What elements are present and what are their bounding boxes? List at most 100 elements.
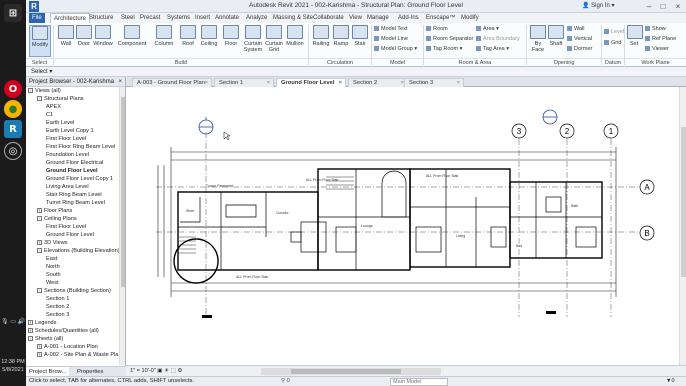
browser-tree-item[interactable]: Ground Floor Electrical (46, 159, 103, 167)
browser-tree-item[interactable]: Earth Level (46, 119, 74, 127)
tag-room-button[interactable]: Tag Room ▾ (426, 46, 462, 52)
horizontal-scrollbar[interactable] (261, 368, 441, 375)
browser-tree-item[interactable]: Ground Floor Level (46, 167, 98, 175)
browser-tree-item[interactable]: + A-001 - Location Plan (37, 343, 98, 351)
browser-tree-item[interactable]: + Schedules/Quantities (all) (28, 327, 99, 335)
browser-tree-item[interactable]: Foundation Level (46, 151, 89, 159)
wall-opening-button[interactable]: Wall (567, 26, 585, 32)
mullion-button[interactable]: Mullion (284, 25, 306, 47)
tab-architecture[interactable]: Architecture (50, 13, 91, 23)
close-icon[interactable]: × (118, 77, 122, 87)
component-button[interactable]: Component (116, 25, 148, 47)
vertical-opening-button[interactable]: Vertical (567, 36, 592, 42)
dormer-button[interactable]: Dormer (567, 46, 592, 52)
model-line-button[interactable]: Model Line (374, 36, 408, 42)
browser-tree-item[interactable]: East (46, 255, 57, 263)
browser-tree-item[interactable]: Stair Ring Beam Level (46, 191, 102, 199)
tab-section-2[interactable]: Section 2 × (348, 78, 408, 87)
grid-button[interactable]: Grid (604, 40, 621, 46)
browser-tree-item[interactable]: First Floor Level (46, 135, 86, 143)
browser-tree-item[interactable]: Ground Floor Level Copy 1 (46, 175, 113, 183)
browser-tree-item[interactable]: - Views (all) (28, 87, 61, 95)
window-button[interactable]: Window (92, 25, 114, 47)
tab-add-ins[interactable]: Add-Ins (395, 13, 422, 23)
wall-button[interactable]: Wall (56, 25, 76, 47)
browser-tree-item[interactable]: C1 (46, 111, 53, 119)
room-button[interactable]: Room (426, 26, 448, 32)
canvas-scrollbar[interactable] (679, 87, 686, 365)
stair-button[interactable]: Stair (351, 25, 369, 47)
ceiling-button[interactable]: Ceiling (198, 25, 220, 47)
ramp-button[interactable]: Ramp (332, 25, 350, 47)
expand-icon[interactable]: + (37, 240, 42, 246)
column-button[interactable]: Column (152, 25, 176, 47)
shaft-button[interactable]: Shaft (547, 25, 565, 47)
set-button[interactable]: Set (627, 25, 643, 47)
curtain-grid-button[interactable]: Curtain Grid (264, 25, 284, 53)
view-scale[interactable]: 1" = 10'-0" ▣ ☀ ⬚ ⚙ (130, 368, 183, 374)
app-icon[interactable]: ◎ (4, 142, 22, 160)
tab-collaborate[interactable]: Collaborate (310, 13, 347, 23)
grid-bubble-3[interactable]: 3 (511, 123, 527, 139)
expand-icon[interactable]: + (28, 320, 33, 326)
collapse-icon[interactable]: - (28, 88, 33, 94)
room-separator-button[interactable]: Room Separator (426, 36, 473, 42)
tab-ground-floor-level[interactable]: Ground Floor Level × (276, 78, 346, 87)
close-button[interactable]: × (671, 1, 685, 12)
browser-tree-item[interactable]: Earth Level Copy 1 (46, 127, 94, 135)
floor-button[interactable]: Floor (221, 25, 241, 47)
sign-in-link[interactable]: 👤 Sign In ▾ (582, 2, 615, 9)
browser-tree-item[interactable]: Section 1 (46, 295, 69, 303)
browser-scrollbar[interactable] (119, 87, 125, 365)
expand-icon[interactable]: + (28, 328, 33, 334)
clock[interactable]: 12:38 PM 5/8/2021 (0, 358, 26, 374)
expand-icon[interactable]: + (37, 352, 42, 358)
tab-manage[interactable]: Manage (364, 13, 392, 23)
browser-tree-item[interactable]: - Elevations (Building Elevation) (37, 247, 119, 255)
browser-tree-item[interactable]: First Floor Ring Beam Level (46, 143, 115, 151)
modify-button[interactable]: Modify (29, 25, 51, 57)
tab-analyze[interactable]: Analyze (243, 13, 270, 23)
model-group-button[interactable]: Model Group ▾ (374, 46, 417, 52)
grid-bubble-b[interactable]: B (639, 225, 655, 241)
minimize-button[interactable]: – (642, 1, 656, 12)
browser-tree-item[interactable]: - Sections (Building Section) (37, 287, 111, 295)
railing-button[interactable]: Railing (310, 25, 332, 47)
panel-room-area-label[interactable]: Room & Area (424, 58, 526, 67)
scroll-thumb[interactable] (681, 127, 686, 277)
drawing-canvas[interactable]: Comm Pavement ALL Prom Floor Slab ALL Pr… (126, 87, 679, 365)
chrome-icon[interactable]: ● (4, 100, 22, 118)
tab-steel[interactable]: Steel (118, 13, 138, 23)
expand-icon[interactable]: + (37, 208, 42, 214)
scroll-thumb[interactable] (121, 97, 125, 287)
collapse-icon[interactable]: - (37, 216, 42, 222)
roof-button[interactable]: Roof (179, 25, 197, 47)
section-marker-bar[interactable] (202, 315, 212, 318)
browser-tree-item[interactable]: Living Area Level (46, 183, 89, 191)
viewer-button[interactable]: Viewer (645, 46, 669, 52)
tab-annotate[interactable]: Annotate (212, 13, 242, 23)
collapse-icon[interactable]: - (37, 248, 42, 254)
curtain-system-button[interactable]: Curtain System (242, 25, 264, 53)
browser-tree-item[interactable]: APEX (46, 103, 61, 111)
collapse-icon[interactable]: - (37, 288, 42, 294)
browser-tree-item[interactable]: West (46, 279, 59, 287)
browser-tree-item[interactable]: + Floor Plans (37, 207, 72, 215)
tab-systems[interactable]: Systems (164, 13, 193, 23)
browser-tree-item[interactable]: Turret Ring Beam Level (46, 199, 105, 207)
browser-tree-item[interactable]: + A-002 - Site Plan & Waste Pla (37, 351, 118, 359)
model-selector[interactable]: Main Model (390, 378, 448, 386)
browser-tree-item[interactable]: Section 2 (46, 303, 69, 311)
tab-file[interactable]: File (29, 13, 45, 23)
tab-modify[interactable]: Modify (458, 13, 482, 23)
system-tray[interactable]: 🎙 ▭ 🔊 (0, 318, 26, 325)
maximize-button[interactable]: □ (656, 1, 670, 12)
browser-tree-item[interactable]: + Legends (28, 319, 56, 327)
level-button[interactable]: Level (604, 29, 624, 35)
tab-structure[interactable]: Structure (86, 13, 116, 23)
browser-tree-item[interactable]: - Sheets (all) (28, 335, 63, 343)
scroll-thumb[interactable] (291, 369, 401, 374)
tab-view[interactable]: View (346, 13, 365, 23)
start-icon[interactable]: ⊞ (4, 4, 22, 22)
tab-section-1[interactable]: Section 1 × (214, 78, 274, 87)
